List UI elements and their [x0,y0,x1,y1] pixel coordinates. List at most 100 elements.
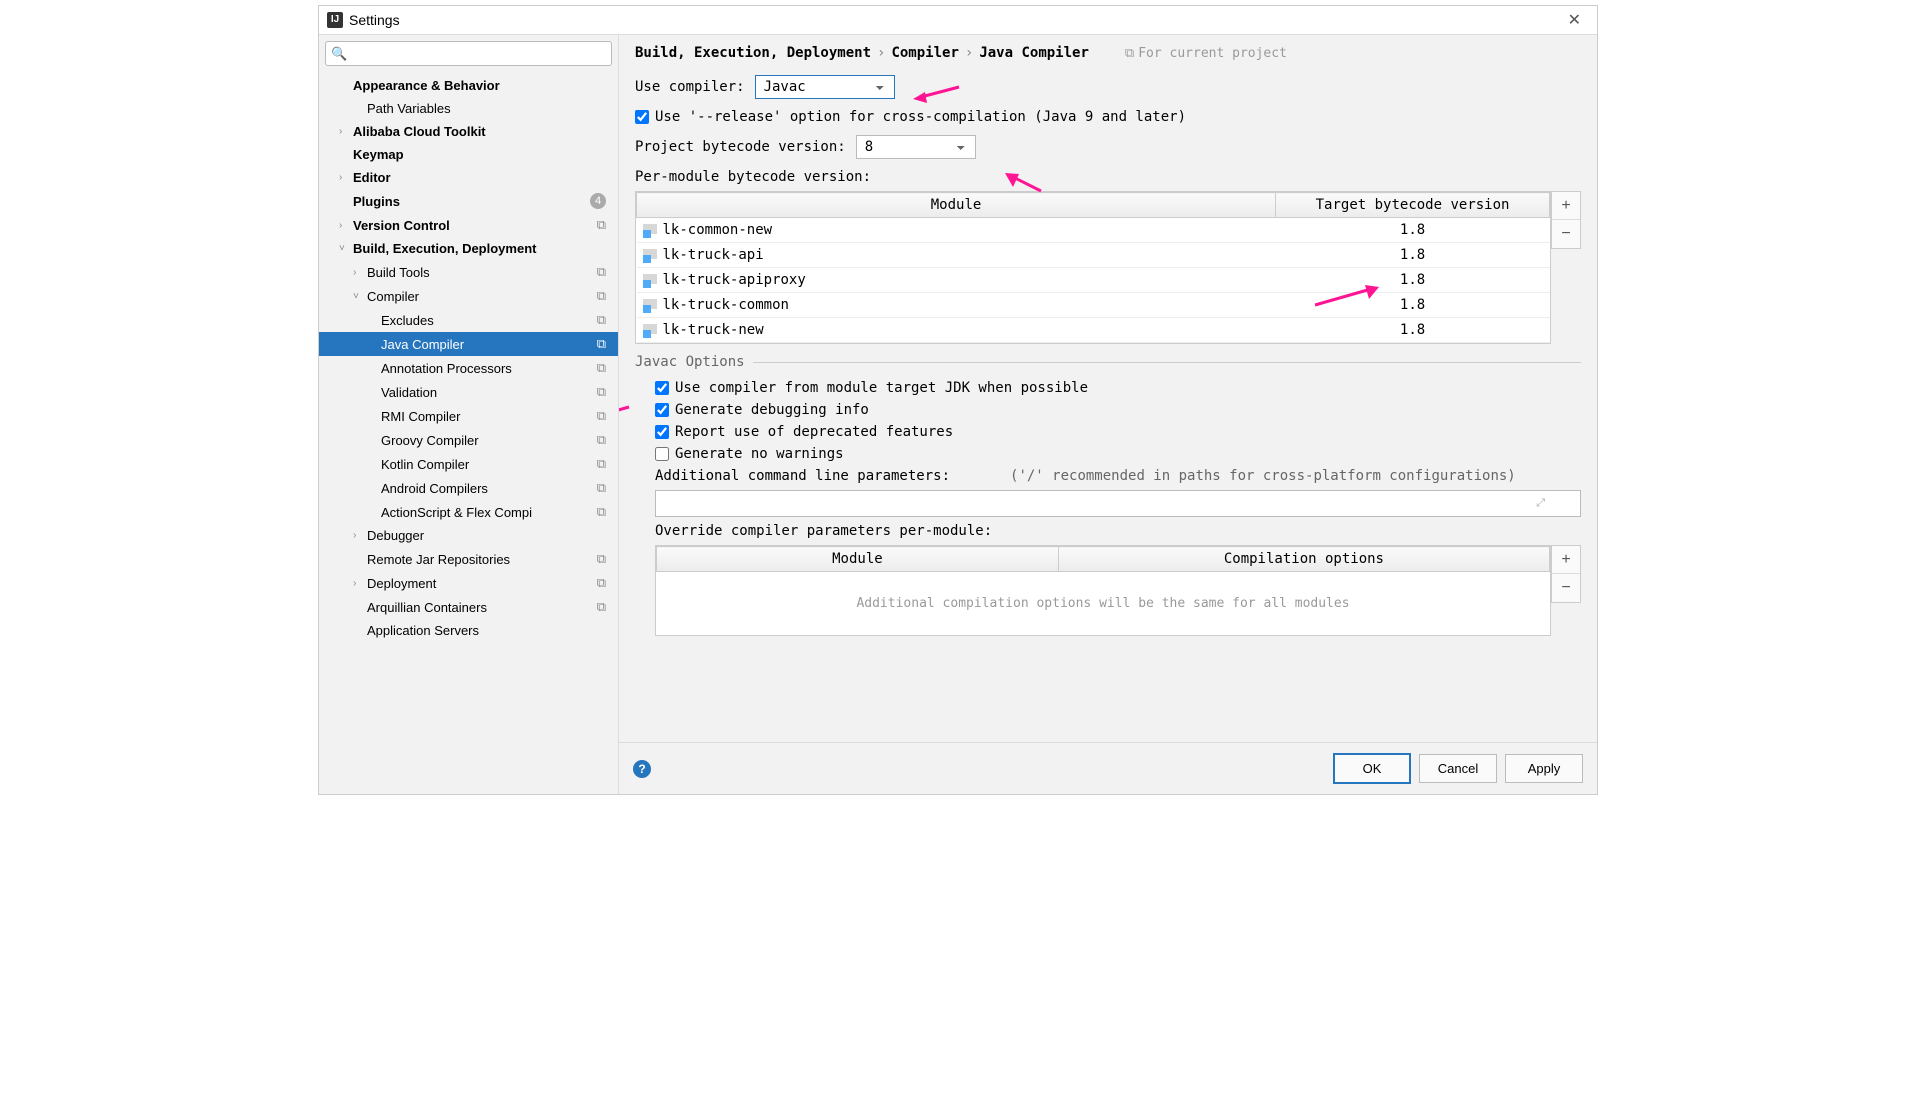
override-table[interactable]: Module Compilation options Additional co… [655,545,1551,636]
opt-module-jdk-label: Use compiler from module target JDK when… [675,380,1088,396]
add-override-button[interactable]: + [1552,546,1580,574]
module-name-cell: lk-truck-common [637,293,1276,318]
tree-item[interactable]: ›Editor [319,166,618,189]
table-row[interactable]: lk-common-new1.8 [637,218,1550,243]
tree-item-label: Annotation Processors [381,361,597,376]
tree-item[interactable]: ˅Build, Execution, Deployment [319,237,618,260]
tree-item[interactable]: ›Build Tools⧉ [319,260,618,284]
opt-debug-info-label: Generate debugging info [675,402,869,418]
tree-item-label: Appearance & Behavior [353,78,610,93]
tree-item[interactable]: Excludes⧉ [319,308,618,332]
project-scope-icon: ⧉ [597,360,606,376]
remove-override-button[interactable]: − [1552,574,1580,602]
target-version-cell[interactable]: 1.8 [1276,243,1550,268]
tree-item[interactable]: Java Compiler⧉ [319,332,618,356]
tree-item[interactable]: RMI Compiler⧉ [319,404,618,428]
settings-tree[interactable]: Appearance & BehaviorPath Variables›Alib… [319,72,618,794]
breadcrumb-part: Compiler [891,45,958,61]
module-bytecode-table[interactable]: Module Target bytecode version lk-common… [635,191,1551,344]
chevron-icon: › [339,172,353,183]
chevron-right-icon: › [965,45,973,61]
titlebar: IJ Settings ✕ [319,6,1597,35]
ok-button[interactable]: OK [1333,753,1411,784]
tree-item[interactable]: Remote Jar Repositories⧉ [319,547,618,571]
tree-item[interactable]: Annotation Processors⧉ [319,356,618,380]
tree-item[interactable]: Android Compilers⧉ [319,476,618,500]
tree-item[interactable]: Kotlin Compiler⧉ [319,452,618,476]
tree-item-label: Android Compilers [381,481,597,496]
module-icon [643,299,657,311]
tree-item[interactable]: ›Alibaba Cloud Toolkit [319,120,618,143]
tree-item-label: RMI Compiler [381,409,597,424]
chevron-icon: › [353,530,367,541]
tree-item[interactable]: Keymap [319,143,618,166]
tree-item[interactable]: ActionScript & Flex Compi⧉ [319,500,618,524]
tree-item[interactable]: Application Servers [319,619,618,642]
help-icon[interactable]: ? [633,760,651,778]
apply-button[interactable]: Apply [1505,754,1583,783]
tree-item[interactable]: Path Variables [319,97,618,120]
tree-item[interactable]: ›Deployment⧉ [319,571,618,595]
addl-params-hint: ('/' recommended in paths for cross-plat… [1010,468,1516,484]
tree-item[interactable]: ˅Compiler⧉ [319,284,618,308]
chevron-icon: › [353,267,367,278]
tree-item[interactable]: Validation⧉ [319,380,618,404]
project-scope-icon: ⧉ [597,288,606,304]
chevron-icon: ˅ [339,243,353,254]
tree-item-label: Kotlin Compiler [381,457,597,472]
project-scope-icon: ⧉ [597,432,606,448]
project-scope-icon: ⧉ [597,312,606,328]
project-bytecode-select[interactable]: 8 [856,135,976,159]
add-module-button[interactable]: + [1552,192,1580,220]
table-row[interactable]: lk-truck-apiproxy1.8 [637,268,1550,293]
chevron-icon: › [353,578,367,589]
tree-item[interactable]: ›Version Control⧉ [319,213,618,237]
search-icon: 🔍 [331,46,347,62]
per-module-label: Per-module bytecode version: [635,169,1581,185]
opt-debug-info-checkbox[interactable] [655,403,669,417]
tree-item-label: Java Compiler [381,337,597,352]
chevron-icon: › [339,126,353,137]
tree-item[interactable]: ›Debugger [319,524,618,547]
close-icon[interactable]: ✕ [1560,10,1589,30]
release-option-checkbox[interactable] [635,110,649,124]
module-name-cell: lk-truck-api [637,243,1276,268]
tree-item[interactable]: Plugins4 [319,189,618,213]
opt-no-warnings-checkbox[interactable] [655,447,669,461]
tree-item[interactable]: Appearance & Behavior [319,74,618,97]
window-title: Settings [349,12,1560,28]
tree-item[interactable]: Arquillian Containers⧉ [319,595,618,619]
opt-module-jdk-checkbox[interactable] [655,381,669,395]
table-row[interactable]: lk-truck-api1.8 [637,243,1550,268]
override-col-module: Module [657,547,1059,572]
search-input[interactable] [325,41,612,66]
javac-options-title: Javac Options [635,354,1581,370]
remove-module-button[interactable]: − [1552,220,1580,248]
tree-item-label: Editor [353,170,610,185]
tree-item-label: Path Variables [367,101,610,116]
cancel-button[interactable]: Cancel [1419,754,1497,783]
table-row[interactable]: lk-truck-common1.8 [637,293,1550,318]
module-table-buttons: + − [1551,191,1581,249]
addl-params-input[interactable] [655,490,1581,517]
project-scope-icon: ⧉ [597,599,606,615]
project-scope-icon: ⧉ [597,264,606,280]
app-icon: IJ [327,12,343,28]
use-compiler-select[interactable]: Javac [755,75,895,99]
search-box: 🔍 [325,41,612,66]
module-name-cell: lk-truck-apiproxy [637,268,1276,293]
chevron-icon: › [339,220,353,231]
opt-deprecated-checkbox[interactable] [655,425,669,439]
opt-no-warnings-label: Generate no warnings [675,446,844,462]
table-row[interactable]: lk-truck-new1.8 [637,318,1550,343]
target-version-cell[interactable]: 1.8 [1276,218,1550,243]
target-version-cell[interactable]: 1.8 [1276,318,1550,343]
tree-item-label: Alibaba Cloud Toolkit [353,124,610,139]
tree-item-label: Arquillian Containers [367,600,597,615]
tree-item-label: Version Control [353,218,597,233]
target-version-cell[interactable]: 1.8 [1276,293,1550,318]
expand-icon[interactable]: ⤢ [1536,496,1545,510]
target-version-cell[interactable]: 1.8 [1276,268,1550,293]
project-scope-icon: ⧉ [597,456,606,472]
tree-item[interactable]: Groovy Compiler⧉ [319,428,618,452]
